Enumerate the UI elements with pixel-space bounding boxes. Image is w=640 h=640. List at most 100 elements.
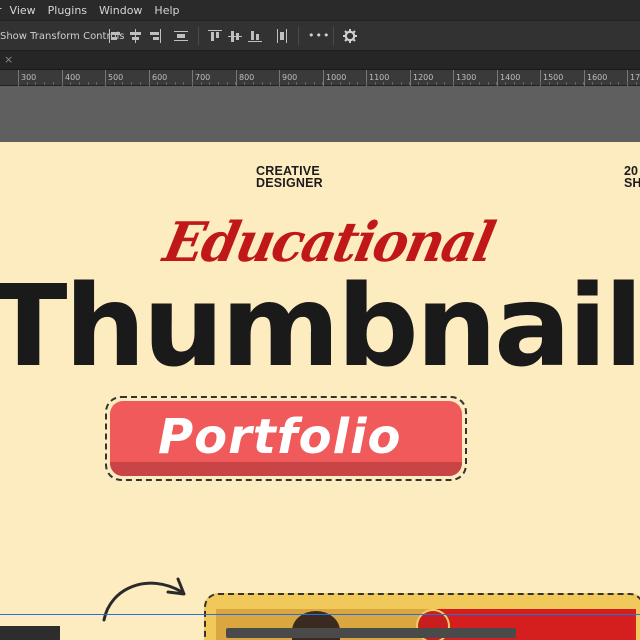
gear-icon[interactable] [343,29,357,43]
ruler-minor-tick [331,82,332,85]
artboard-canvas[interactable]: CREATIVE DESIGNER 20 SH Educational Thum… [0,142,640,640]
ruler-minor-tick [575,82,576,85]
distribute-vertical-icon[interactable] [275,29,289,43]
ruler-minor-tick [636,82,637,85]
ruler-minor-tick [531,82,532,85]
portfolio-pill[interactable]: Portfolio [110,401,462,476]
menu-item-window[interactable]: Window [99,4,142,17]
ruler-minor-tick [105,82,106,85]
ruler-minor-tick [270,82,271,85]
align-left-icon[interactable] [108,29,122,43]
ruler-tick: 1000 [323,70,346,86]
ruler-minor-tick [201,82,202,85]
ruler-minor-tick [262,82,263,85]
ruler-minor-tick [140,82,141,85]
ruler-minor-tick [592,82,593,85]
headline-text[interactable]: Thumbnail [0,262,640,392]
pasteboard[interactable] [0,86,640,142]
ruler-minor-tick [340,82,341,85]
ruler-minor-tick [192,82,193,85]
ruler-minor-tick [401,82,402,85]
ruler-minor-tick [35,82,36,85]
ruler-minor-tick [96,82,97,85]
ruler-tick: 800 [236,70,254,86]
menu-item-type-partial[interactable]: r [0,4,2,17]
ruler-minor-tick [453,82,454,85]
document-tab-bar: × [0,51,640,70]
ruler-minor-tick [601,82,602,85]
ruler-minor-tick [610,82,611,85]
ruler-minor-tick [244,82,245,85]
ruler-minor-tick [18,82,19,85]
show-transform-controls-label[interactable]: Show Transform Controls [0,31,124,42]
ruler-minor-tick [235,82,236,85]
distribute-horizontal-icon[interactable] [174,29,188,43]
menu-item-plugins[interactable]: Plugins [48,4,87,17]
ruler-minor-tick [557,82,558,85]
left-panel-edge [0,626,60,640]
ruler-minor-tick [183,82,184,85]
ruler-tick: 1400 [497,70,520,86]
ruler-minor-tick [496,82,497,85]
ruler-minor-tick [62,82,63,85]
guide-line[interactable] [0,614,640,615]
ruler-minor-tick [53,82,54,85]
horizontal-scrollbar[interactable] [226,628,516,638]
ruler-minor-tick [88,82,89,85]
ruler-minor-tick [418,82,419,85]
ruler-minor-tick [149,82,150,85]
ruler-minor-tick [523,82,524,85]
ruler-minor-tick [166,82,167,85]
ruler-minor-tick [618,82,619,85]
ruler-minor-tick [349,82,350,85]
ruler-minor-tick [383,82,384,85]
ruler-minor-tick [583,82,584,85]
horizontal-ruler[interactable]: 300 400 500 600 700 800 900 1000 1100 12… [0,70,640,86]
ruler-minor-tick [479,82,480,85]
ruler-minor-tick [392,82,393,85]
more-options-icon[interactable]: ••• [308,29,330,42]
ruler-minor-tick [375,82,376,85]
portfolio-pill-label: Portfolio [158,409,402,465]
ruler-minor-tick [288,82,289,85]
align-center-horizontal-icon[interactable] [128,29,142,43]
ruler-minor-tick [549,82,550,85]
ruler-minor-tick [409,82,410,85]
menu-bar: r View Plugins Window Help [0,0,640,20]
ruler-minor-tick [157,82,158,85]
portfolio-pill-selection[interactable]: Portfolio [105,396,467,481]
ruler-minor-tick [209,82,210,85]
ruler-minor-tick [305,82,306,85]
align-bottom-icon[interactable] [248,29,262,43]
corner-text[interactable]: 20 SH [624,165,640,190]
ruler-minor-tick [314,82,315,85]
ruler-minor-tick [357,82,358,85]
ruler-minor-tick [505,82,506,85]
options-bar: Show Transform Controls ••• [0,20,640,51]
menu-item-help[interactable]: Help [154,4,179,17]
ruler-minor-tick [27,82,28,85]
creative-designer-text[interactable]: CREATIVE DESIGNER [256,165,323,190]
ruler-minor-tick [79,82,80,85]
ruler-minor-tick [279,82,280,85]
align-right-icon[interactable] [148,29,162,43]
align-center-vertical-icon[interactable] [228,29,242,43]
ruler-minor-tick [540,82,541,85]
ruler-minor-tick [427,82,428,85]
align-top-icon[interactable] [208,29,222,43]
ruler-minor-tick [175,82,176,85]
menu-item-view[interactable]: View [10,4,36,17]
ruler-minor-tick [627,82,628,85]
ruler-minor-tick [436,82,437,85]
ruler-minor-tick [366,82,367,85]
ruler-minor-tick [44,82,45,85]
ruler-minor-tick [114,82,115,85]
ruler-minor-tick [444,82,445,85]
close-tab-icon[interactable]: × [4,53,13,66]
ruler-minor-tick [296,82,297,85]
ruler-tick: 1600 [584,70,607,86]
ruler-minor-tick [253,82,254,85]
ruler-minor-tick [227,82,228,85]
ruler-minor-tick [514,82,515,85]
ruler-minor-tick [470,82,471,85]
